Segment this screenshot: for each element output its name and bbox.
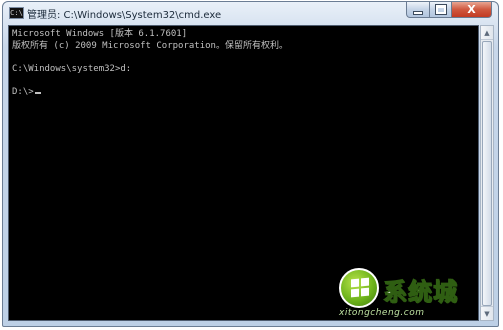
minimize-icon [414, 11, 422, 14]
watermark-text: 系统城 [383, 278, 458, 307]
console-lines: Microsoft Windows [版本 6.1.7601] 版权所有 (c)… [12, 29, 475, 98]
cmd-app-icon[interactable]: C:\ [9, 7, 24, 19]
window-title: 管理员: C:\Windows\System32\cmd.exe [27, 10, 222, 21]
console-prompt-line[interactable]: D:\> [12, 87, 475, 99]
minimize-button[interactable] [406, 2, 430, 18]
text-cursor [34, 91, 41, 94]
windows-logo-icon [339, 268, 379, 308]
console-prompt: D:\> [12, 86, 34, 97]
site-watermark: 系统城 xitongcheng.com [335, 266, 495, 326]
console-line: C:\Windows\system32>d: [12, 63, 132, 74]
console-line: Microsoft Windows [版本 6.1.7601] [12, 29, 188, 39]
maximize-icon [435, 5, 446, 14]
scroll-up-button[interactable]: ▲ [481, 26, 493, 40]
maximize-button[interactable] [430, 2, 452, 18]
close-icon: X [467, 3, 476, 16]
console-line: 版权所有 (c) 2009 Microsoft Corporation。保留所有… [12, 40, 288, 51]
close-button[interactable]: X [452, 2, 492, 18]
chevron-up-icon: ▲ [484, 29, 490, 37]
watermark-url: xitongcheng.com [339, 308, 425, 318]
title-bar[interactable]: C:\ 管理员: C:\Windows\System32\cmd.exe X [3, 2, 498, 24]
window-controls: X [406, 2, 492, 18]
